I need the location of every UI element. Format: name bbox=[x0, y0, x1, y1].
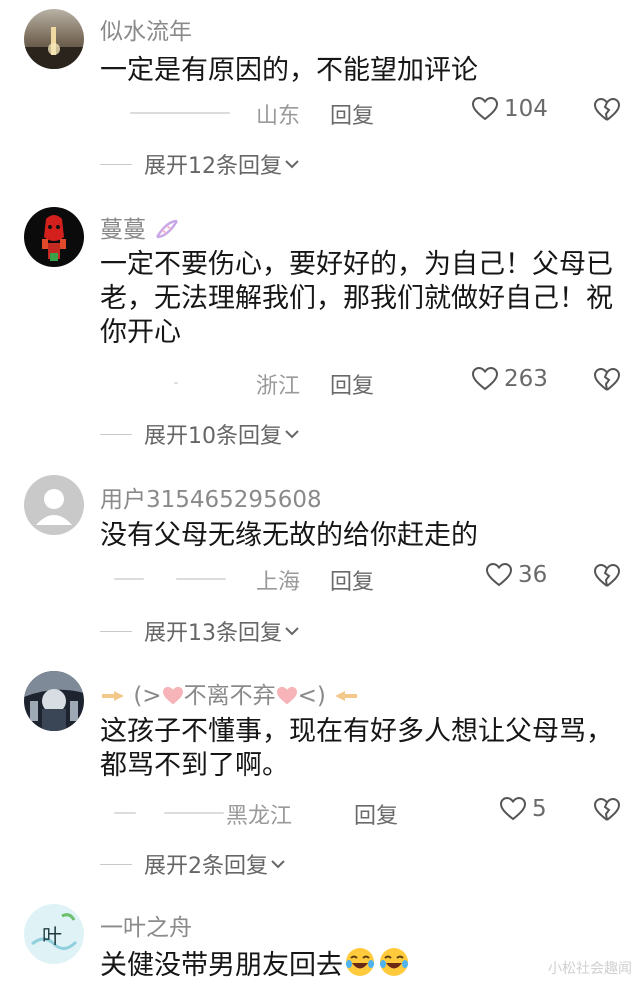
pointing-hand-icon bbox=[102, 691, 124, 701]
heart-icon bbox=[472, 367, 498, 391]
comment-text: 没有父母无缘无故的给你赶走的 bbox=[100, 520, 478, 551]
blurred-timestamp bbox=[114, 812, 136, 814]
broken-heart-icon[interactable] bbox=[594, 798, 620, 822]
avatar[interactable]: 叶 bbox=[24, 904, 84, 964]
reply-button[interactable]: 回复 bbox=[330, 564, 374, 596]
reply-button[interactable]: 回复 bbox=[330, 368, 374, 400]
broken-heart-icon[interactable] bbox=[594, 368, 620, 392]
divider-line bbox=[100, 163, 132, 165]
expand-replies-label: 展开13条回复 bbox=[144, 621, 282, 646]
like-button[interactable]: 104 bbox=[472, 96, 548, 122]
avatar[interactable] bbox=[24, 9, 84, 69]
like-count: 263 bbox=[504, 366, 548, 392]
username-text: 不离不弃 bbox=[183, 683, 276, 709]
heart-icon bbox=[472, 97, 498, 121]
laughing-emoji-icon bbox=[346, 948, 374, 976]
expand-replies-label: 展开10条回复 bbox=[144, 424, 282, 449]
comment-text: 这孩子不懂事，现在有好多人想让父母骂，都骂不到了啊。 bbox=[100, 716, 613, 781]
like-button[interactable]: 5 bbox=[500, 796, 547, 822]
blurred-timestamp bbox=[130, 112, 230, 114]
avatar[interactable] bbox=[24, 671, 84, 731]
avatar[interactable] bbox=[24, 475, 84, 535]
like-count: 104 bbox=[504, 96, 548, 122]
comment-location: 浙江 bbox=[256, 374, 301, 399]
heart-icon bbox=[500, 797, 526, 821]
comment-text: 一定不要伤心，要好好的，为自己！父母已老，无法理解我们，那我们就做好自己！祝你开… bbox=[100, 249, 613, 348]
username-text: 蔓蔓 bbox=[100, 217, 146, 243]
heart-icon bbox=[162, 686, 183, 705]
comment-username[interactable]: 用户315465295608 bbox=[100, 480, 322, 514]
laughing-emoji-icon bbox=[380, 948, 408, 976]
pointing-hand-icon bbox=[335, 691, 358, 701]
divider-line bbox=[100, 863, 132, 865]
comment-text: 一定是有原因的，不能望加评论 bbox=[100, 55, 478, 86]
chevron-down-icon bbox=[271, 860, 285, 869]
comment-text-content: 关健没带男朋友回去 bbox=[100, 950, 343, 981]
comment-meta: 浙江 回复 263 bbox=[100, 366, 620, 400]
reply-button[interactable]: 回复 bbox=[354, 798, 398, 830]
broken-heart-icon[interactable] bbox=[594, 98, 620, 122]
comment-username[interactable]: (> 不离不弃 <) bbox=[100, 676, 359, 710]
heart-icon bbox=[276, 686, 297, 705]
heart-icon bbox=[486, 563, 512, 587]
avatar[interactable] bbox=[24, 207, 84, 267]
comment-location: 黑龙江 bbox=[226, 804, 293, 829]
reply-button[interactable]: 回复 bbox=[330, 98, 374, 130]
blurred-timestamp bbox=[176, 578, 226, 580]
broken-heart-icon[interactable] bbox=[594, 564, 620, 588]
like-count: 36 bbox=[518, 562, 548, 588]
username-symbol: (> bbox=[133, 683, 162, 709]
like-button[interactable]: 263 bbox=[472, 366, 548, 392]
expand-replies-button[interactable]: 展开12条回复 bbox=[100, 148, 300, 180]
comment-meta: 黑龙江 回复 5 bbox=[100, 796, 620, 830]
expand-replies-button[interactable]: 展开10条回复 bbox=[100, 418, 300, 450]
expand-replies-button[interactable]: 展开2条回复 bbox=[100, 848, 286, 880]
expand-replies-label: 展开12条回复 bbox=[144, 154, 282, 179]
blurred-timestamp bbox=[164, 812, 224, 814]
comment-text: 关健没带男朋友回去 bbox=[100, 946, 620, 983]
like-count: 5 bbox=[532, 796, 547, 822]
divider-line bbox=[100, 433, 132, 435]
comment-meta: 山东 回复 104 bbox=[100, 96, 620, 130]
comment-location: 山东 bbox=[256, 104, 301, 129]
expand-replies-button[interactable]: 展开13条回复 bbox=[100, 615, 300, 647]
chevron-down-icon bbox=[285, 430, 299, 439]
comment-username[interactable]: 一叶之舟 bbox=[100, 908, 192, 942]
comment-location: 上海 bbox=[256, 570, 301, 595]
blurred-timestamp bbox=[174, 382, 178, 384]
divider-line bbox=[100, 630, 132, 632]
chevron-down-icon bbox=[285, 160, 299, 169]
dna-icon bbox=[156, 219, 179, 239]
comment-meta: 上海 回复 36 bbox=[100, 562, 620, 596]
blurred-timestamp bbox=[114, 578, 144, 580]
watermark: 小松社会趣闻 bbox=[548, 961, 632, 977]
comment-username[interactable]: 似水流年 bbox=[100, 12, 192, 46]
username-symbol: <) bbox=[297, 683, 326, 709]
comment-username[interactable]: 蔓蔓 bbox=[100, 210, 181, 244]
avatar-text: 叶 bbox=[42, 924, 62, 948]
like-button[interactable]: 36 bbox=[486, 562, 547, 588]
chevron-down-icon bbox=[285, 627, 299, 636]
expand-replies-label: 展开2条回复 bbox=[144, 854, 268, 879]
